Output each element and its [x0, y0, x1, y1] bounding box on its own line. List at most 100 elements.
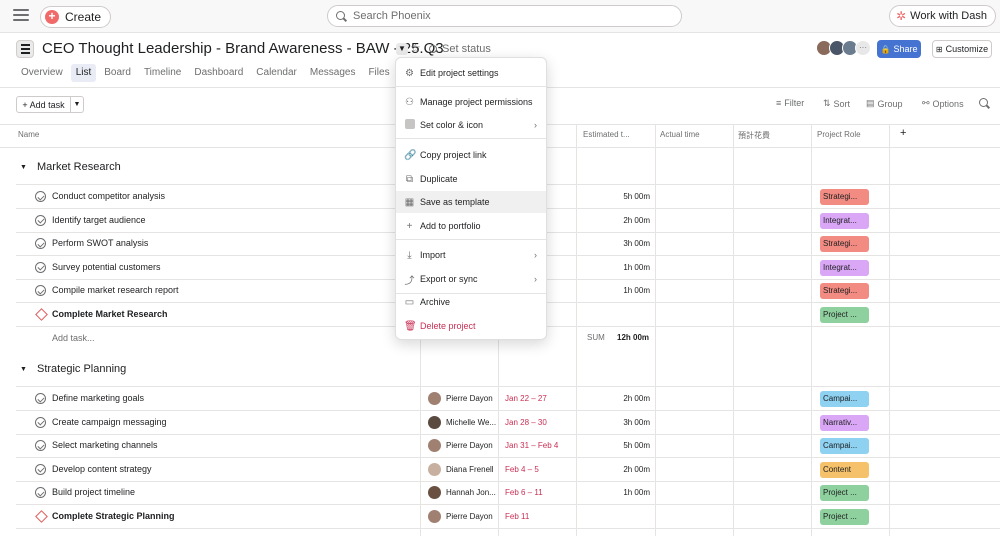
task-name[interactable]: Create campaign messaging — [52, 417, 167, 427]
column-header-name[interactable]: Name — [18, 130, 39, 139]
complete-checkmark-icon[interactable] — [35, 238, 46, 250]
column-header-cost[interactable]: 預計花費 — [738, 130, 770, 141]
due-date[interactable]: Jan 31 – Feb 4 — [505, 441, 558, 450]
table-row[interactable]: Select marketing channels Pierre Dayon Jan… — [16, 434, 1000, 459]
share-button[interactable]: 🔒 Share — [877, 40, 921, 58]
menu-item-copy-project-link[interactable]: 🔗 Copy project link — [396, 144, 546, 166]
estimated-time[interactable]: 1h 00m — [586, 488, 650, 497]
task-name[interactable]: Compile market research report — [52, 285, 179, 295]
task-name[interactable]: Select marketing channels — [52, 440, 158, 450]
search-table-icon[interactable] — [979, 98, 990, 109]
assignee[interactable]: Michelle We... — [428, 415, 496, 429]
complete-checkmark-icon[interactable] — [35, 393, 46, 404]
tab-dashboard[interactable]: Dashboard — [189, 64, 248, 82]
menu-item-edit-project-settings[interactable]: ⚙ Edit project settings — [396, 62, 546, 84]
task-name[interactable]: Conduct competitor analysis — [52, 191, 165, 201]
estimated-time[interactable]: 1h 00m — [586, 263, 650, 272]
project-role-tag[interactable]: Project ... — [820, 307, 869, 323]
estimated-time[interactable]: 1h 00m — [586, 286, 650, 295]
collapse-section-icon[interactable]: ▼ — [20, 366, 27, 373]
section-title[interactable]: Market Research — [37, 161, 121, 173]
menu-item-add-to-portfolio[interactable]: + Add to portfolio — [396, 215, 546, 237]
complete-checkmark-icon[interactable] — [35, 440, 46, 452]
menu-item-delete-project[interactable]: 🗑 Delete project — [396, 315, 546, 337]
project-role-tag[interactable]: Integrat... — [820, 259, 869, 276]
task-name[interactable]: Develop content strategy — [52, 464, 152, 474]
menu-item-duplicate[interactable]: ⧉ Duplicate — [396, 168, 546, 190]
project-role-tag[interactable]: Strategi... — [820, 236, 869, 253]
tab-list[interactable]: List — [70, 64, 97, 82]
project-role-tag[interactable]: Project ... — [820, 509, 869, 525]
due-date[interactable]: Feb 11 — [505, 512, 529, 521]
star-icon[interactable]: ☆ — [410, 41, 421, 55]
customize-button[interactable]: ⊞ Customize — [932, 40, 992, 58]
project-role-tag[interactable]: Narrativ... — [820, 414, 869, 431]
add-task-inline[interactable]: Add task... — [52, 333, 95, 343]
complete-checkmark-icon[interactable] — [35, 261, 46, 273]
project-list-icon[interactable] — [16, 40, 34, 58]
group-button[interactable]: ▤ Group — [866, 98, 903, 109]
work-with-dash-button[interactable]: ✲ Work with Dash — [889, 5, 996, 27]
menu-item-archive[interactable]: ▭ Archive — [396, 291, 546, 313]
estimated-time[interactable]: 2h 00m — [586, 216, 650, 225]
add-task-dropdown-chevron-icon[interactable]: ▼ — [71, 96, 84, 113]
column-header-estimated[interactable]: Estimated t... — [583, 130, 630, 139]
milestone-icon[interactable] — [35, 510, 48, 523]
project-title[interactable]: CEO Thought Leadership - Brand Awareness… — [42, 40, 444, 57]
menu-item-export-or-sync[interactable]: ⤴ Export or sync › — [396, 268, 546, 290]
create-button[interactable]: + Create — [40, 6, 112, 28]
task-name[interactable]: Build project timeline — [52, 487, 135, 497]
estimated-time[interactable]: 2h 00m — [586, 465, 650, 474]
assignee[interactable]: Pierre Dayon — [428, 439, 493, 453]
project-role-tag[interactable]: Content — [820, 461, 869, 478]
estimated-time[interactable]: 5h 00m — [586, 441, 650, 450]
collapse-section-icon[interactable]: ▼ — [20, 164, 27, 171]
due-date[interactable]: Feb 6 – 11 — [505, 488, 543, 497]
assignee[interactable]: Pierre Dayon — [428, 392, 493, 405]
estimated-time[interactable]: 3h 00m — [586, 418, 650, 427]
complete-checkmark-icon[interactable] — [35, 487, 46, 499]
task-name[interactable]: Perform SWOT analysis — [52, 238, 148, 248]
project-role-tag[interactable]: Integrat... — [820, 212, 869, 229]
complete-checkmark-icon[interactable] — [35, 214, 46, 226]
assignee[interactable]: Diana Frenell — [428, 462, 494, 476]
task-name[interactable]: Survey potential customers — [52, 262, 161, 272]
tab-timeline[interactable]: Timeline — [139, 64, 186, 82]
project-role-tag[interactable]: Campai... — [820, 391, 869, 407]
add-column-button[interactable]: + — [900, 127, 906, 139]
table-row[interactable]: Complete Strategic Planning Pierre Dayon F… — [16, 505, 1000, 529]
complete-checkmark-icon[interactable] — [35, 463, 46, 475]
menu-item-save-as-template[interactable]: ▦ Save as template — [396, 191, 546, 213]
tab-calendar[interactable]: Calendar — [251, 64, 302, 82]
hamburger-menu-icon[interactable] — [13, 9, 29, 23]
menu-item-import[interactable]: ⤓ Import › — [396, 244, 546, 266]
estimated-time[interactable]: 3h 00m — [586, 239, 650, 248]
tab-files[interactable]: Files — [363, 64, 394, 82]
tab-overview[interactable]: Overview — [16, 64, 68, 82]
menu-item-manage-project-permissions[interactable]: ⚇ Manage project permissions — [396, 91, 546, 113]
table-row[interactable]: Define marketing goals Pierre Dayon Jan 22… — [16, 387, 1000, 411]
tab-messages[interactable]: Messages — [305, 64, 361, 82]
menu-item-set-color-icon[interactable]: Set color & icon › — [396, 114, 546, 136]
due-date[interactable]: Jan 22 – 27 — [505, 394, 547, 403]
project-role-tag[interactable]: Strategi... — [820, 283, 869, 300]
task-name[interactable]: Complete Strategic Planning — [52, 511, 175, 521]
task-name[interactable]: Define marketing goals — [52, 393, 144, 403]
table-row[interactable]: Develop content strategy Diana Frenell Feb… — [16, 458, 1000, 482]
tab-board[interactable]: Board — [99, 64, 136, 82]
search-input[interactable]: Search Phoenix — [327, 5, 682, 27]
sort-button[interactable]: ⇅ Sort — [823, 98, 850, 109]
chevron-down-icon[interactable]: ▼ — [396, 43, 408, 55]
estimated-time[interactable]: 2h 00m — [586, 394, 650, 403]
add-task-button[interactable]: + Add task — [16, 96, 71, 113]
milestone-icon[interactable] — [35, 308, 48, 321]
complete-checkmark-icon[interactable] — [35, 191, 46, 202]
project-role-tag[interactable]: Project ... — [820, 485, 869, 502]
filter-button[interactable]: ≡ Filter — [776, 98, 804, 108]
options-button[interactable]: ⚯ Options — [922, 98, 964, 109]
estimated-time[interactable]: 5h 00m — [586, 192, 650, 201]
complete-checkmark-icon[interactable] — [35, 285, 46, 297]
due-date[interactable]: Feb 4 – 5 — [505, 465, 539, 474]
project-role-tag[interactable]: Strategi... — [820, 189, 869, 205]
assignee[interactable]: Pierre Dayon — [428, 510, 493, 523]
